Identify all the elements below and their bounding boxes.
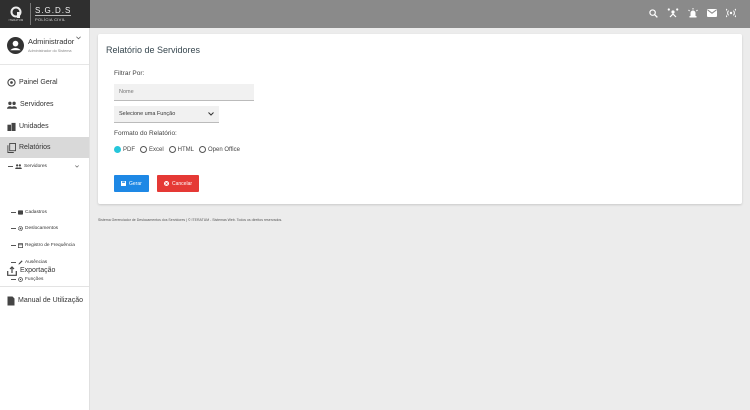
radio-pdf[interactable]: PDF [114,146,135,153]
sidebar-subitem-label: Servidores [24,163,47,169]
brand-name: S.G.D.S [35,6,72,15]
gear-icon [18,225,23,231]
sidebar-item-label: Unidades [19,123,49,130]
building-icon [7,122,16,131]
sidebar-item-relatorios[interactable]: Relatórios [0,137,89,158]
page-title: Relatório de Servidores [106,45,201,55]
sidebar-item-unidades[interactable]: Unidades [0,116,89,137]
alarm-light-icon[interactable] [688,8,698,18]
brand-logo-icon [10,6,22,18]
chevron-down-icon [208,112,214,116]
people-icon [15,163,22,169]
report-card: Relatório de Servidores Filtrar Por: Sel… [98,34,742,204]
chevron-down-icon[interactable] [75,164,79,168]
account-circle-icon [7,37,24,54]
people-network-icon[interactable] [667,8,679,18]
radio-label: HTML [177,146,195,153]
brand-subtitle: POLÍCIA CIVIL [35,15,72,22]
user-name: Administrador [28,37,75,46]
sidebar-item-label: Relatórios [19,144,51,151]
generate-button-label: Gerar [129,180,142,187]
filter-label: Filtrar Por: [114,70,145,77]
sidebar-subitem-registro-frequencia[interactable]: Registro de Frequência [0,238,89,252]
top-actions [649,8,736,18]
sidebar-item-label: Manual de Utilização [18,297,83,304]
sidebar-item-manual[interactable]: Manual de Utilização [0,290,89,311]
calendar-icon [18,242,23,248]
cancel-button-label: Cancelar [172,180,193,187]
cancel-button[interactable]: Cancelar [157,175,200,192]
name-input[interactable] [114,84,254,101]
function-select[interactable]: Selecione uma Função [114,106,219,123]
top-bar: ITERATUM S.G.D.S POLÍCIA CIVIL [0,0,750,28]
wireless-icon[interactable] [726,8,736,18]
sidebar-item-exportacao[interactable]: Exportação [0,260,89,281]
footer-text: Sistema Gerenciador de Deslocamentos dos… [98,218,283,222]
copy-document-icon [7,142,16,153]
sidebar-item-label: Exportação [20,267,56,274]
brand-logo-text: ITERATUM [8,19,24,22]
mail-icon[interactable] [707,9,717,17]
radio-label: PDF [123,146,135,153]
close-circle-icon [164,181,169,186]
save-icon [121,181,126,186]
sidebar-subitem-servidores[interactable]: Servidores [0,159,89,173]
dashboard-gauge-icon [7,78,16,87]
brand-logo: ITERATUM [5,3,31,25]
sidebar-subitem-label: Registro de Frequência [25,242,75,248]
radio-label: Open Office [208,146,240,153]
radio-html[interactable]: HTML [168,146,195,153]
sidebar-divider [0,286,89,287]
generate-button[interactable]: Gerar [114,175,149,192]
sidebar: Administrador Administrador do Sistema P… [0,28,90,410]
format-label: Formato do Relatório: [114,130,177,137]
sidebar-subitem-cadastros[interactable]: Cadastros [0,205,89,219]
function-select-value: Selecione uma Função [119,111,176,117]
sidebar-item-servidores[interactable]: Servidores [0,94,89,115]
sidebar-item-label: Servidores [20,101,54,108]
format-radio-group: PDF Excel HTML Open Office [114,146,245,153]
people-icon [7,101,17,109]
chevron-down-icon[interactable] [76,36,81,40]
radio-label: Excel [149,146,164,153]
sidebar-item-label: Painel Geral [19,79,58,86]
sidebar-item-painel-geral[interactable]: Painel Geral [0,72,89,93]
user-panel[interactable]: Administrador Administrador do Sistema [0,28,89,65]
sidebar-subitem-label: Deslocamentos [25,225,59,231]
upload-icon [7,265,17,276]
user-role: Administrador do Sistema [28,49,72,53]
radio-open-office[interactable]: Open Office [199,146,240,153]
sidebar-subitem-deslocamentos[interactable]: Deslocamentos [0,221,89,235]
document-icon [7,296,15,305]
brand[interactable]: ITERATUM S.G.D.S POLÍCIA CIVIL [0,0,90,28]
id-card-icon [18,209,23,215]
radio-excel[interactable]: Excel [140,146,164,153]
search-icon[interactable] [649,8,658,18]
sidebar-subitem-label: Cadastros [25,209,47,215]
